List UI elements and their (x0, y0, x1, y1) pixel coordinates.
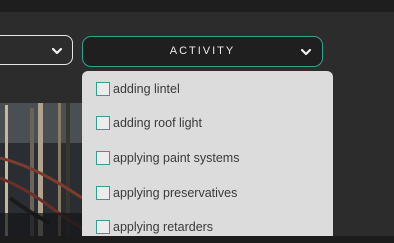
previous-filter-dropdown[interactable] (0, 35, 73, 65)
chevron-down-icon (300, 48, 312, 56)
activity-dropdown[interactable]: ACTIVITY (82, 36, 323, 67)
photo-content (0, 103, 82, 243)
activity-options-list: adding lintel adding roof light applying… (82, 71, 333, 243)
option-label: adding roof light (113, 116, 202, 131)
option-label: adding lintel (113, 81, 180, 96)
top-bar (0, 0, 394, 12)
checkbox[interactable] (96, 150, 110, 165)
option-adding-lintel[interactable]: adding lintel (82, 80, 333, 97)
option-label: applying retarders (113, 220, 214, 235)
option-label: applying preservatives (113, 185, 238, 200)
background-photo (0, 103, 82, 243)
chevron-down-icon (51, 47, 63, 55)
option-applying-preservatives[interactable]: applying preservatives (82, 184, 333, 201)
checkbox[interactable] (96, 185, 110, 200)
option-label: applying paint systems (113, 150, 240, 165)
checkbox[interactable] (96, 220, 110, 235)
activity-dropdown-label: ACTIVITY (169, 45, 236, 57)
option-applying-retarders[interactable]: applying retarders (82, 219, 333, 236)
checkbox[interactable] (96, 116, 110, 131)
option-applying-paint-systems[interactable]: applying paint systems (82, 149, 333, 166)
filter-panel: ACTIVITY adding lintel adding roof light… (0, 0, 394, 243)
checkbox[interactable] (96, 81, 110, 96)
option-adding-roof-light[interactable]: adding roof light (82, 115, 333, 132)
bottom-bar (0, 236, 394, 243)
